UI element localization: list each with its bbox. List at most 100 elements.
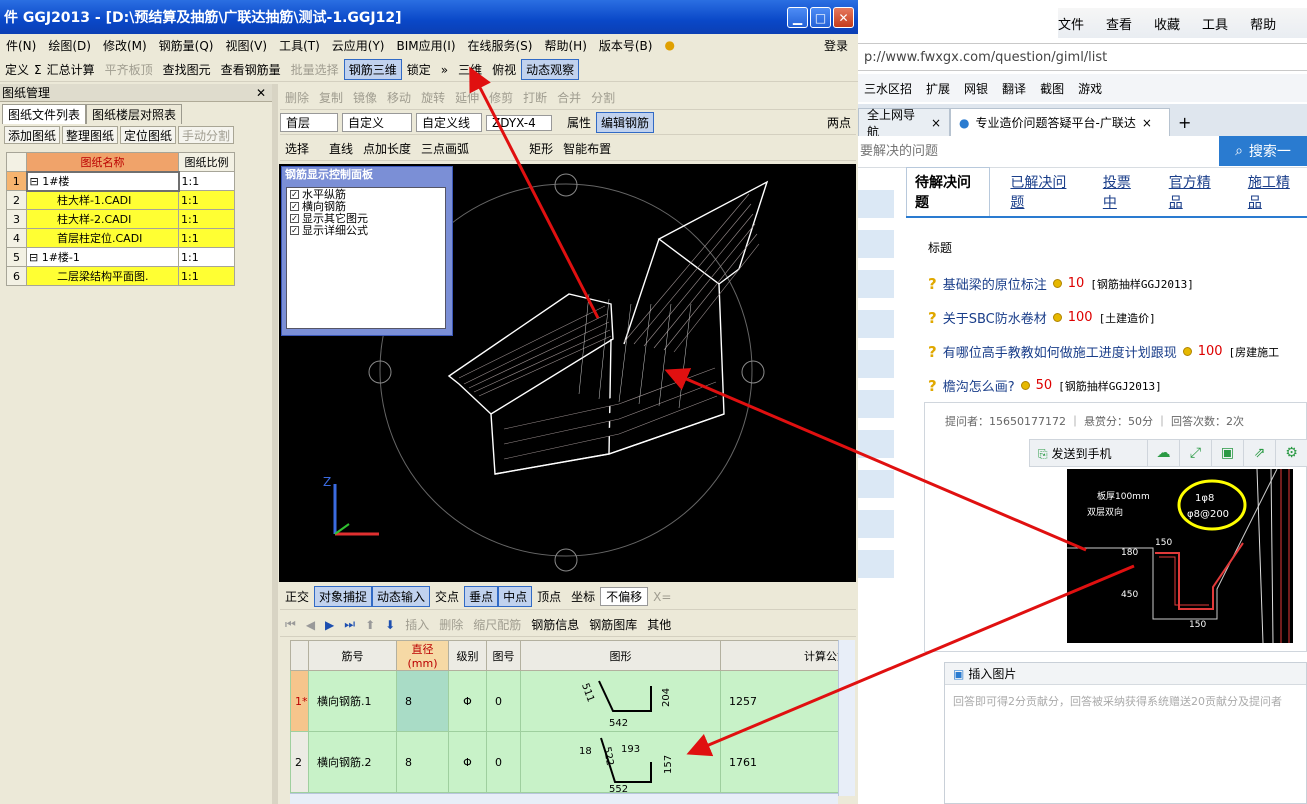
question-item[interactable]: ? 有哪位高手教教如何做施工进度计划跟现 100 [房建施工 [928,342,1279,362]
lock-button[interactable]: 锁定 [402,61,436,78]
question-title[interactable]: 檐沟怎么画? [943,376,1015,395]
close-icon[interactable]: × [1142,116,1152,130]
bar-diameter[interactable]: 8 [396,670,449,732]
drawing-scale[interactable]: 1:1 [178,228,235,248]
drawing-scale[interactable]: 1:1 [178,171,235,191]
bar-diameter[interactable]: 8 [396,731,449,793]
properties-button[interactable]: 属性 [562,114,596,131]
fav-item[interactable]: 三水区招 [864,80,912,97]
login-button[interactable]: 登录 [818,37,858,54]
menu-file[interactable]: 件(N) [0,37,42,54]
define-button[interactable]: 定义 [0,61,34,78]
mirror-button[interactable]: 镜像 [348,89,382,106]
browser-tab[interactable]: 全上网导航 × [858,108,950,139]
code-select[interactable]: ZDYX-4 [486,114,552,131]
fav-item[interactable]: 扩展 [926,80,950,97]
delete-button[interactable]: 删除 [280,89,314,106]
midpoint-button[interactable]: 中点 [498,586,533,607]
perpendicular-button[interactable]: 垂点 [464,586,499,607]
find-element-button[interactable]: 查找图元 [158,61,216,78]
point-length-button[interactable]: 点加长度 [358,140,416,157]
question-title[interactable]: 基础梁的原位标注 [943,274,1047,293]
bar-grade[interactable]: Φ [448,670,487,732]
table-row[interactable]: 5 ⊟ 1#楼-1 1:1 [6,247,235,267]
browser-menu-tools[interactable]: 工具 [1202,14,1228,33]
bar-shape[interactable]: 18 522 193 157 552 [520,731,721,793]
checkbox-detailed-formula[interactable]: ✓ 显示详细公式 [287,224,445,237]
bar-formula[interactable]: 1761 [720,731,855,793]
bar-shape[interactable]: 511 204 542 [520,670,721,732]
browser-menu-view[interactable]: 查看 [1106,14,1132,33]
type-select[interactable]: 自定义 [342,113,412,132]
bar-figno[interactable]: 0 [486,731,521,793]
table-row[interactable]: 1* 横向钢筋.1 8 Φ 0 511 204 542 1257 [290,670,855,732]
offset-select[interactable]: 不偏移 [600,587,649,606]
table-row[interactable]: 1 ⊟ 1#楼 1:1 [6,170,235,192]
question-item[interactable]: ? 基础梁的原位标注 10 [钢筋抽样GGJ2013] [928,274,1194,294]
bar-grade[interactable]: Φ [448,731,487,793]
question-title[interactable]: 关于SBC防水卷材 [943,308,1047,327]
new-tab-button[interactable]: + [1170,108,1199,136]
move-button[interactable]: 移动 [382,89,416,106]
3d-button[interactable]: 三维 [453,61,487,78]
prev-icon[interactable]: ◀ [301,618,320,632]
menu-help[interactable]: 帮助(H) [538,37,592,54]
fav-item[interactable]: 网银 [964,80,988,97]
question-item[interactable]: ? 檐沟怎么画? 50 [钢筋抽样GGJ2013] [928,376,1162,396]
tab-floor-map[interactable]: 图纸楼层对照表 [86,104,183,124]
drawing-name[interactable]: ⊟ 1#楼-1 [26,247,179,267]
intersection-button[interactable]: 交点 [430,588,464,605]
insert-image-button[interactable]: ▣ 插入图片 [945,663,1306,685]
bar-name[interactable]: 横向钢筋.2 [308,731,397,793]
add-drawing-button[interactable]: 添加图纸 [4,126,61,144]
topview-button[interactable]: 俯视 [487,61,521,78]
fav-item[interactable]: 翻译 [1002,80,1026,97]
menu-version[interactable]: 版本号(B) [593,37,659,54]
object-snap-button[interactable]: 对象捕捉 [314,586,373,607]
select-button[interactable]: 选择 [280,140,314,157]
next-icon[interactable]: ▶ [320,618,339,632]
delete-row-button[interactable]: 删除 [434,616,468,633]
splitter[interactable] [272,84,278,804]
tab-construction[interactable]: 施工精品 [1242,172,1307,216]
merge-button[interactable]: 合并 [552,89,586,106]
dynamic-view-button[interactable]: 动态观察 [521,59,580,80]
split-button[interactable]: 分割 [586,89,620,106]
table-row[interactable]: 3 柱大样-2.CADI 1:1 [6,209,235,229]
insert-button[interactable]: 插入 [400,616,434,633]
search-button[interactable]: ⌕ 搜索一 [1219,136,1307,166]
bar-formula[interactable]: 1257 [720,670,855,732]
table-row[interactable]: 4 首层柱定位.CADI 1:1 [6,228,235,248]
maximize-button[interactable]: □ [810,7,831,28]
question-title[interactable]: 有哪位高手教教如何做施工进度计划跟现 [943,342,1177,361]
two-points-button[interactable]: 两点 [822,114,856,131]
browser-menu-help[interactable]: 帮助 [1250,14,1276,33]
locate-drawing-button[interactable]: 定位图纸 [120,126,177,144]
address-bar[interactable]: p://www.fwxgx.com/question/giml/list [858,43,1307,71]
ortho-button[interactable]: 正交 [280,588,314,605]
close-icon[interactable]: ✕ [256,86,272,100]
3d-canvas[interactable]: Z 钢筋显示控制面板 ✓ 水平纵筋 ✓ 横向钢筋 ✓ 显示其它图元 ✓ 显示详细公式 [279,164,856,582]
line-button[interactable]: 直线 [324,140,358,157]
menu-rebar[interactable]: 钢筋量(Q) [153,37,220,54]
table-row[interactable]: 2 柱大样-1.CADI 1:1 [6,190,235,210]
drawing-name[interactable]: 柱大样-1.CADI [26,190,179,210]
fav-item[interactable]: 游戏 [1078,80,1102,97]
bar-figno[interactable]: 0 [486,670,521,732]
url-text[interactable]: p://www.fwxgx.com/question/giml/list [864,50,1107,65]
rebar-info-button[interactable]: 钢筋信息 [526,616,584,633]
send-to-phone-button[interactable]: ⎘ 发送到手机 [1030,445,1147,462]
menu-tools[interactable]: 工具(T) [273,37,326,54]
browser-menu-file[interactable]: 文件 [1058,14,1084,33]
share-icon[interactable]: ⇗ [1243,440,1275,466]
close-icon[interactable]: × [931,116,941,130]
tab-unsolved[interactable]: 待解决问题 [906,167,991,216]
up-icon[interactable]: ⬆ [360,618,380,632]
trim-button[interactable]: 修剪 [484,89,518,106]
minimize-button[interactable]: ▁ [787,7,808,28]
down-icon[interactable]: ⬇ [380,618,400,632]
floor-select[interactable]: 首层 [280,113,338,132]
smart-layout-button[interactable]: 智能布置 [558,140,616,157]
cloud-icon[interactable]: ☁ [1147,440,1179,466]
question-item[interactable]: ? 关于SBC防水卷材 100 [土建造价] [928,308,1156,328]
